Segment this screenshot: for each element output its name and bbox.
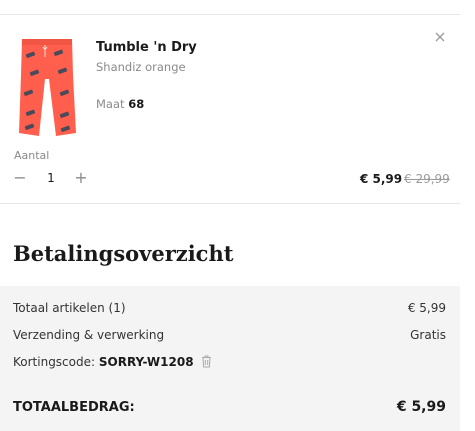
close-icon [435,32,445,42]
size-label: Maat [96,97,125,111]
quantity-label: Aantal [14,149,50,162]
items-total-label: Totaal artikelen (1) [13,301,126,315]
product-variant: Shandiz orange [96,60,186,74]
shipping-label: Verzending & verwerking [13,328,165,342]
size-value: 68 [128,97,145,111]
coupon-code: SORRY-W1208 [98,355,194,369]
section-divider [0,203,460,204]
remove-item-button[interactable] [432,29,448,45]
total-label: TOTAALBEDRAG: [13,400,135,415]
shipping-value: Gratis [410,328,446,342]
quantity-increase-button[interactable]: + [73,169,89,187]
product-image[interactable] [16,35,78,141]
current-price: € 5,99 [360,172,403,186]
items-total-value: € 5,99 [407,301,446,315]
original-price: € 29,99 [404,172,450,186]
coupon-label: Kortingscode: [13,355,96,369]
quantity-value[interactable]: 1 [44,171,58,185]
quantity-decrease-button[interactable]: − [12,169,28,187]
trash-icon[interactable] [201,355,212,368]
total-value: € 5,99 [396,399,446,415]
coupon-row: Kortingscode: SORRY-W1208 [13,355,212,369]
payment-summary: Totaal artikelen (1) € 5,99 Verzending &… [0,286,460,431]
size-row: Maat 68 [96,97,144,111]
cart-item: Tumble 'n Dry Shandiz orange Maat 68 Aan… [0,15,460,203]
summary-title: Betalingsoverzicht [13,241,234,266]
product-name[interactable]: Tumble 'n Dry [96,40,197,55]
